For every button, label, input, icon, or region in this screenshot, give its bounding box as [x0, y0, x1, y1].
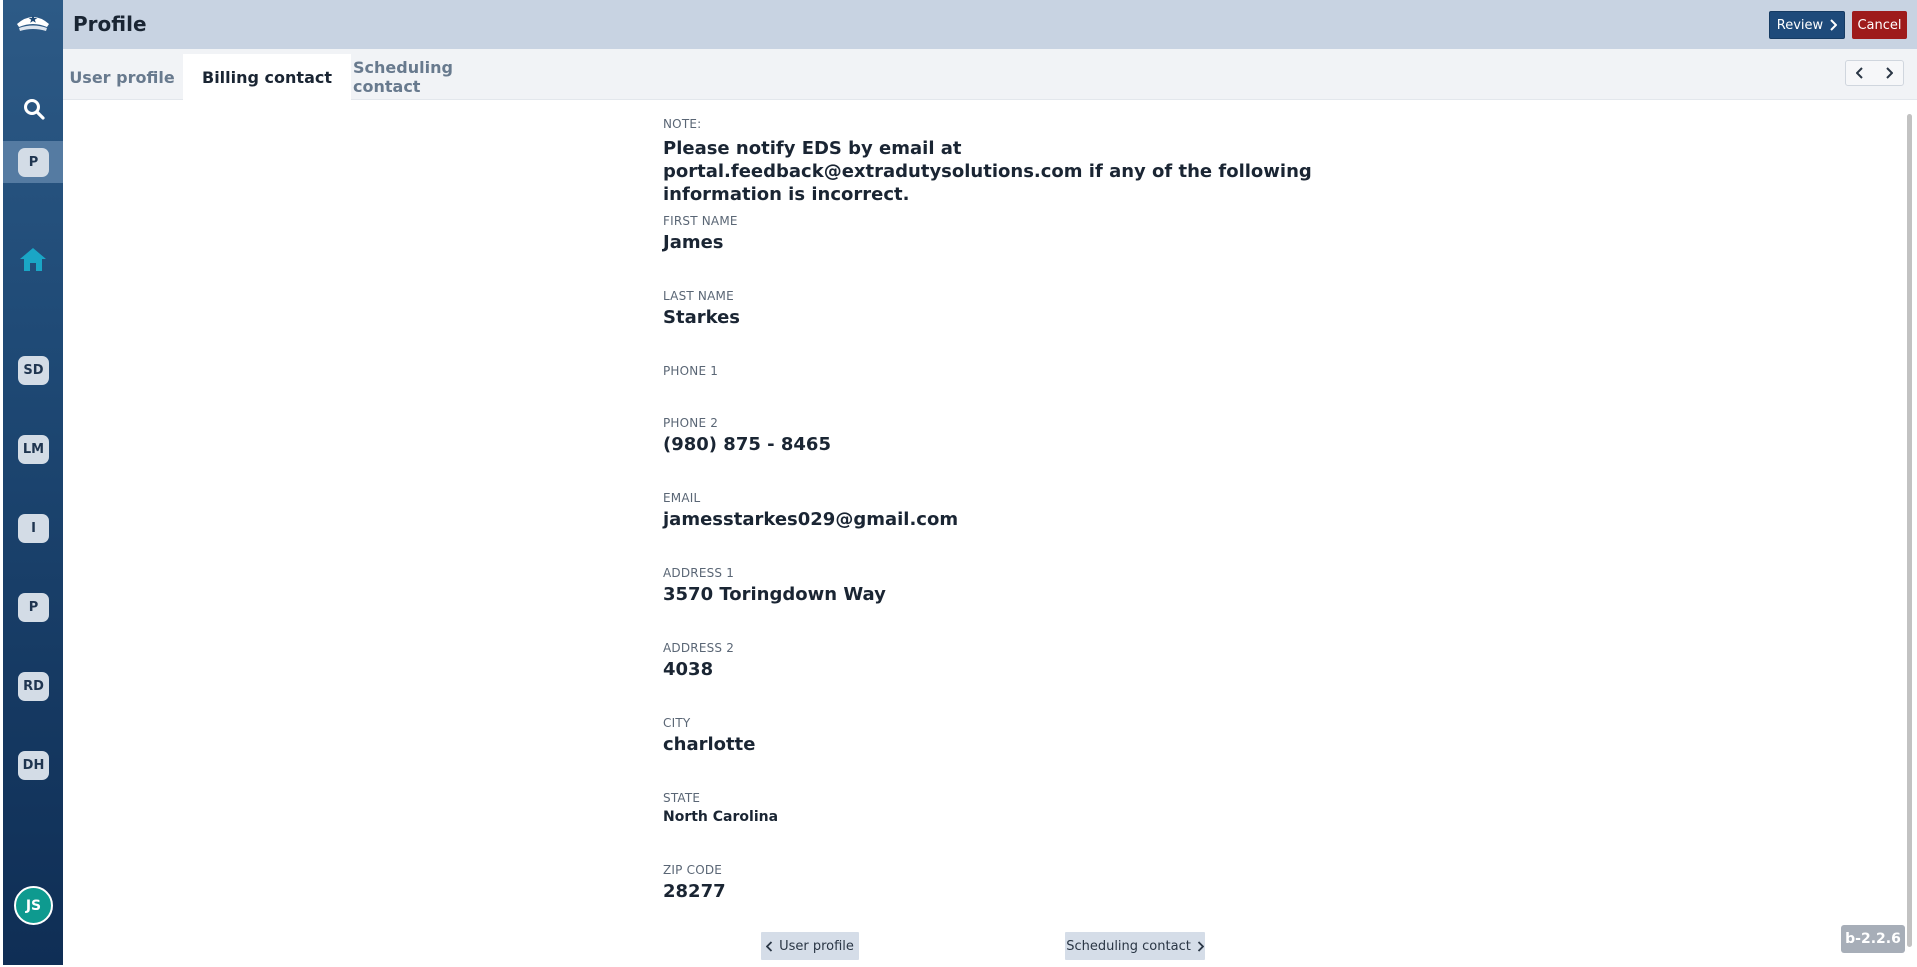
- phone2-label: PHONE 2: [663, 416, 719, 430]
- address1-field: ADDRESS 1 3570 Toringdown Way: [663, 566, 1323, 605]
- phone2-value: (980) 875 - 8465: [663, 434, 831, 455]
- address2-value: 4038: [663, 659, 714, 680]
- chevron-right-icon[interactable]: [1875, 61, 1904, 85]
- sidebar: P SD LM I P RD DH JS: [3, 0, 63, 965]
- sidebar-item-dh[interactable]: DH: [18, 751, 49, 780]
- sidebar-item-sd[interactable]: SD: [18, 356, 49, 385]
- scrollbar-thumb[interactable]: [1907, 114, 1912, 947]
- cancel-button[interactable]: Cancel: [1852, 11, 1907, 39]
- state-value: North Carolina: [663, 809, 779, 825]
- phone1-field: PHONE 1: [663, 364, 1323, 382]
- prev-button-label: User profile: [779, 938, 854, 954]
- prev-user-profile-button[interactable]: User profile: [761, 932, 859, 960]
- note-label: NOTE:: [663, 117, 702, 131]
- chevron-left-icon[interactable]: [1846, 61, 1875, 85]
- tab-user-profile[interactable]: User profile: [63, 54, 181, 100]
- next-button-label: Scheduling contact: [1066, 938, 1191, 954]
- email-label: EMAIL: [663, 491, 701, 505]
- tab-nav-arrows: [1845, 60, 1904, 86]
- state-field: STATE North Carolina: [663, 791, 1323, 825]
- user-avatar[interactable]: JS: [14, 886, 53, 925]
- email-value: jamesstarkes029@gmail.com: [663, 509, 959, 530]
- chevron-right-icon: [1197, 940, 1204, 952]
- tab-scheduling-contact[interactable]: Scheduling contact: [353, 54, 516, 100]
- next-scheduling-contact-button[interactable]: Scheduling contact: [1065, 932, 1205, 960]
- review-button[interactable]: Review: [1769, 11, 1845, 39]
- address2-label: ADDRESS 2: [663, 641, 735, 655]
- city-value: charlotte: [663, 734, 756, 755]
- sidebar-item-lm[interactable]: LM: [18, 435, 49, 464]
- sidebar-item-profile[interactable]: P: [18, 148, 49, 177]
- city-field: CITY charlotte: [663, 716, 1323, 755]
- sidebar-item-i[interactable]: I: [18, 514, 49, 543]
- tab-bar: User profile Billing contact Scheduling …: [63, 49, 1917, 100]
- first-name-value: James: [663, 232, 724, 253]
- phone2-field: PHONE 2 (980) 875 - 8465: [663, 416, 1323, 455]
- chevron-left-icon: [766, 940, 773, 952]
- note-text: Please notify EDS by email at portal.fee…: [663, 138, 1312, 205]
- chevron-right-icon: [1830, 19, 1838, 31]
- last-name-field: LAST NAME Starkes: [663, 289, 1323, 328]
- last-name-value: Starkes: [663, 307, 741, 328]
- tab-billing-contact[interactable]: Billing contact: [183, 54, 351, 100]
- zip-value: 28277: [663, 881, 726, 902]
- police-cap-logo-icon[interactable]: [13, 10, 53, 34]
- address2-field: ADDRESS 2 4038: [663, 641, 1323, 680]
- search-icon[interactable]: [23, 98, 45, 120]
- review-button-label: Review: [1776, 17, 1824, 33]
- content-scrollbar[interactable]: [1906, 100, 1913, 963]
- zip-field: ZIP CODE 28277: [663, 863, 1323, 902]
- last-name-label: LAST NAME: [663, 289, 734, 303]
- state-label: STATE: [663, 791, 701, 805]
- email-field: EMAIL jamesstarkes029@gmail.com: [663, 491, 1323, 530]
- address1-label: ADDRESS 1: [663, 566, 735, 580]
- first-name-label: FIRST NAME: [663, 214, 738, 228]
- city-label: CITY: [663, 716, 691, 730]
- top-header: Profile Review Cancel: [63, 0, 1917, 49]
- address1-value: 3570 Toringdown Way: [663, 584, 886, 605]
- note-block: NOTE: Please notify EDS by email at port…: [663, 117, 1323, 206]
- zip-label: ZIP CODE: [663, 863, 723, 877]
- phone1-label: PHONE 1: [663, 364, 719, 378]
- first-name-field: FIRST NAME James: [663, 214, 1323, 253]
- version-badge: b-2.2.6: [1841, 925, 1905, 953]
- home-icon[interactable]: [18, 245, 48, 273]
- sidebar-item-p[interactable]: P: [18, 593, 49, 622]
- page-title: Profile: [73, 12, 147, 36]
- sidebar-item-rd[interactable]: RD: [18, 672, 49, 701]
